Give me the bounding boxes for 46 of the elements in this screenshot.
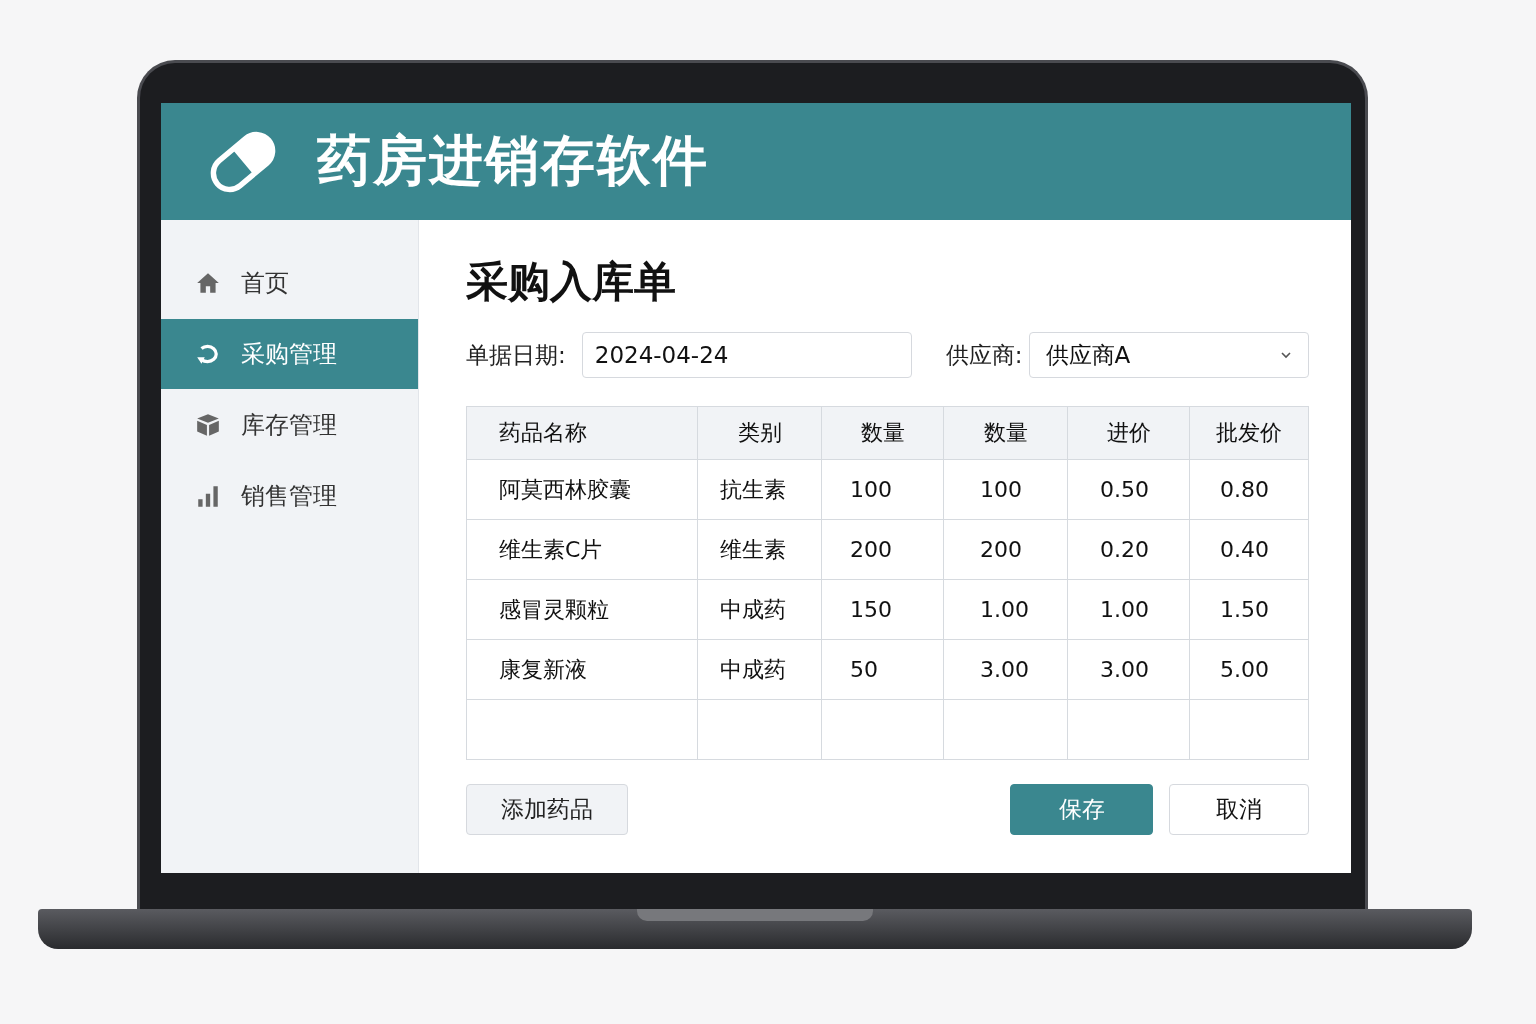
supplier-dropdown[interactable]: 供应商A bbox=[1028, 332, 1309, 378]
table-cell: 5.00 bbox=[1189, 640, 1308, 699]
cancel-button[interactable]: 取消 bbox=[1169, 784, 1309, 835]
form-title: 采购入库单 bbox=[466, 256, 677, 308]
table-cell: 1.00 bbox=[943, 580, 1067, 639]
table-cell: 0.80 bbox=[1189, 460, 1308, 519]
sidebar-item[interactable]: 采购管理 bbox=[161, 319, 418, 389]
save-button[interactable]: 保存 bbox=[1010, 784, 1153, 835]
table-cell: 0.40 bbox=[1189, 520, 1308, 579]
sidebar-item[interactable]: 库存管理 bbox=[161, 390, 418, 460]
table-cell-text: 感冒灵颗粒 bbox=[498, 595, 610, 624]
table-cell: 100 bbox=[821, 460, 943, 519]
table-cell: 100 bbox=[943, 460, 1067, 519]
table-cell-text: 康复新液 bbox=[498, 655, 588, 684]
table-cell: 50 bbox=[821, 640, 943, 699]
table-cell-text: 阿莫西林胶囊 bbox=[498, 475, 632, 504]
column-header: 类别 bbox=[697, 407, 821, 459]
table-cell: 中成药 bbox=[697, 580, 821, 639]
add-button[interactable]: 添加药品 bbox=[466, 784, 628, 835]
table-cell: 3.00 bbox=[943, 640, 1067, 699]
sidebar-item[interactable]: 销售管理 bbox=[161, 461, 418, 531]
column-header: 数量 bbox=[943, 407, 1067, 459]
table-cell: 1.00 bbox=[1067, 580, 1189, 639]
table-cell: 200 bbox=[943, 520, 1067, 579]
column-header: 进价 bbox=[1067, 407, 1189, 459]
caret-icon bbox=[1280, 351, 1292, 359]
table-cell: 中成药 bbox=[697, 640, 821, 699]
box-icon bbox=[195, 412, 221, 438]
table-cell: 1.50 bbox=[1189, 580, 1308, 639]
table-cell: 抗生素 bbox=[697, 460, 821, 519]
sidebar-item[interactable]: 首页 bbox=[161, 248, 418, 318]
table-cell: 0.20 bbox=[1067, 520, 1189, 579]
table-cell: 3.00 bbox=[1067, 640, 1189, 699]
table-cell-text: 维生素C片 bbox=[498, 535, 604, 564]
table-cell: 0.50 bbox=[1067, 460, 1189, 519]
table-cell: 150 bbox=[821, 580, 943, 639]
date-field[interactable]: 2024-04-24 bbox=[581, 332, 912, 378]
table-cell: 维生素 bbox=[697, 520, 821, 579]
supplier-label: 供应商: bbox=[945, 340, 1023, 370]
column-header: 药品名称 bbox=[498, 419, 588, 447]
table-cell: 200 bbox=[821, 520, 943, 579]
bar-chart-icon bbox=[195, 483, 221, 509]
column-header: 批发价 bbox=[1189, 407, 1308, 459]
app-title: 药房进销存软件 bbox=[317, 128, 709, 194]
column-header: 数量 bbox=[821, 407, 943, 459]
date-label: 单据日期: bbox=[466, 340, 566, 370]
